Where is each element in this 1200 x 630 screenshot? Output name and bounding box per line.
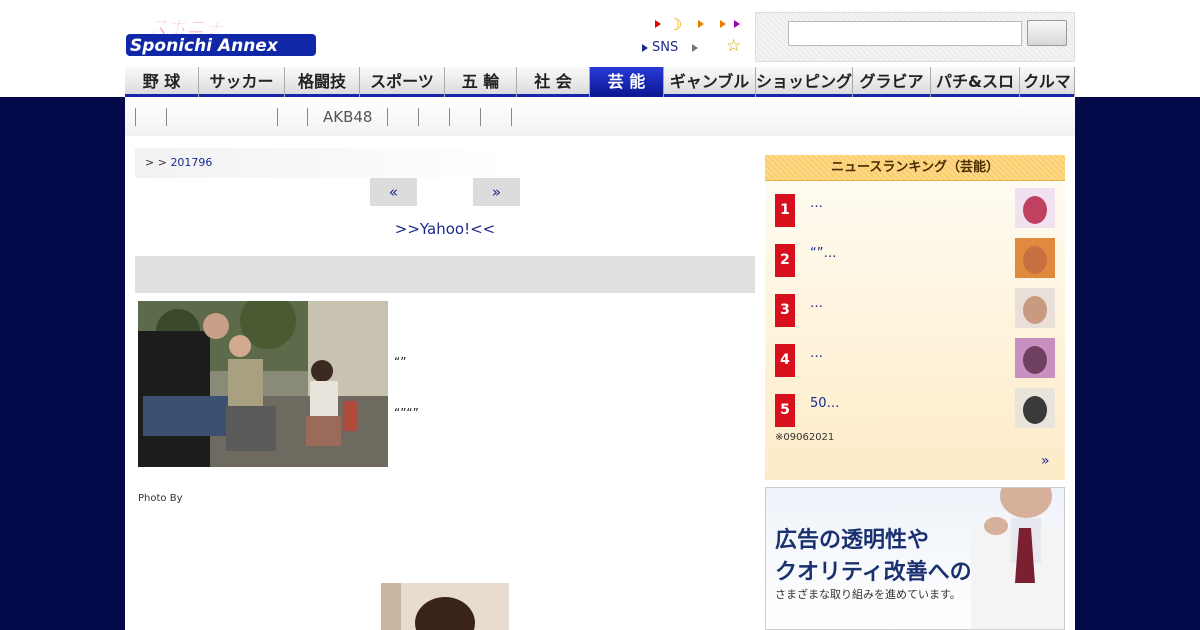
site-logo[interactable]: スポニチ Sponichi Annex — [126, 14, 318, 60]
photo-caption: “” — [394, 355, 407, 369]
search-button[interactable] — [1027, 20, 1067, 46]
divider — [277, 108, 278, 126]
article-photo[interactable] — [138, 301, 388, 467]
ranking-more-link[interactable]: » — [1041, 453, 1050, 469]
ranking-item[interactable]: 3… — [765, 288, 1065, 328]
ranking-item[interactable]: 4… — [765, 338, 1065, 378]
advertisement[interactable]: 広告の透明性や クオリティ改善への さまざまな取り組みを進めています。 — [765, 487, 1065, 630]
nav-item-3[interactable]: スポーツ — [360, 67, 445, 97]
header-links: ☽ SNS ☆ — [640, 14, 750, 60]
ad-headline-2: クオリティ改善への — [775, 560, 972, 585]
divider — [166, 108, 167, 126]
sub-nav: AKB48 — [125, 100, 1075, 136]
rank-thumbnail[interactable] — [1015, 238, 1055, 278]
moon-icon[interactable]: ☽ — [668, 15, 682, 34]
divider — [511, 108, 512, 126]
yahoo-link[interactable]: >>Yahoo!<< — [135, 220, 755, 238]
nav-item-10[interactable]: パチ&スロ — [931, 67, 1020, 97]
prev-button[interactable]: « — [370, 178, 417, 206]
ranking-item[interactable]: 2 “”… — [765, 238, 1065, 278]
ranking-note: ※09062021 — [775, 432, 835, 443]
arrow-icon — [655, 20, 661, 28]
rank-number: 4 — [775, 344, 795, 377]
nav-item-1[interactable]: サッカー — [199, 67, 285, 97]
rank-number: 2 — [775, 244, 795, 277]
breadcrumb-link[interactable]: 201796 — [170, 156, 212, 169]
rank-number: 3 — [775, 294, 795, 327]
subnav-item-akb48[interactable]: AKB48 — [323, 108, 372, 126]
arrow-icon — [692, 44, 698, 52]
nav-item-7[interactable]: ギャンブル — [664, 67, 756, 97]
logo-text-bottom: Sponichi Annex — [130, 36, 279, 56]
breadcrumb: > > 201796 — [135, 148, 510, 178]
second-photo[interactable] — [381, 583, 509, 630]
rank-thumbnail[interactable] — [1015, 338, 1055, 378]
divider — [135, 108, 136, 126]
ad-subtext: さまざまな取り組みを進めています。 — [775, 588, 961, 601]
nav-item-0[interactable]: 野 球 — [125, 67, 199, 97]
rank-title-link[interactable]: … — [810, 346, 823, 361]
arrow-icon — [720, 20, 726, 28]
nav-item-6[interactable]: 芸 能 — [590, 67, 664, 97]
rank-title-link[interactable]: “”… — [810, 246, 836, 261]
arrow-icon — [734, 20, 740, 28]
rank-thumbnail[interactable] — [1015, 288, 1055, 328]
sns-link[interactable]: SNS — [652, 40, 678, 55]
rank-number: 5 — [775, 394, 795, 427]
news-ranking: ニュースランキング（芸能） 1… 2 “”… 3… 4… 5 50… ※09062021 » — [765, 155, 1065, 480]
rank-thumbnail[interactable] — [1015, 188, 1055, 228]
breadcrumb-prefix: > > — [145, 156, 171, 169]
nav-item-4[interactable]: 五 輪 — [445, 67, 517, 97]
nav-item-11[interactable]: クルマ — [1020, 67, 1075, 97]
rank-title-link[interactable]: 50… — [810, 396, 840, 411]
star-icon[interactable]: ☆ — [726, 36, 741, 56]
photo-caption: “”“” — [394, 406, 419, 420]
nav-item-9[interactable]: グラビア — [853, 67, 931, 97]
divider — [480, 108, 481, 126]
nav-item-2[interactable]: 格闘技 — [285, 67, 360, 97]
divider — [387, 108, 388, 126]
next-button[interactable]: » — [473, 178, 520, 206]
ranking-item[interactable]: 5 50… — [765, 388, 1065, 428]
rank-title-link[interactable]: … — [810, 196, 823, 211]
main-nav: 野 球サッカー 格闘技 スポーツ五 輪社 会芸 能ギャンブル ショッピング グラビア パチ… — [125, 67, 1075, 97]
ad-headline-1: 広告の透明性や — [775, 528, 930, 553]
search-box — [755, 12, 1075, 62]
photo-credit: Photo By — [138, 493, 183, 504]
nav-item-5[interactable]: 社 会 — [517, 67, 590, 97]
arrow-icon — [698, 20, 704, 28]
rank-title-link[interactable]: … — [810, 296, 823, 311]
gray-bar — [135, 256, 755, 293]
divider — [418, 108, 419, 126]
search-input[interactable] — [788, 21, 1022, 46]
arrow-icon — [642, 44, 648, 52]
rank-thumbnail[interactable] — [1015, 388, 1055, 428]
rank-number: 1 — [775, 194, 795, 227]
divider — [449, 108, 450, 126]
nav-item-8[interactable]: ショッピング — [756, 67, 853, 97]
divider — [307, 108, 308, 126]
ranking-item[interactable]: 1… — [765, 188, 1065, 228]
ranking-title: ニュースランキング（芸能） — [765, 155, 1065, 181]
